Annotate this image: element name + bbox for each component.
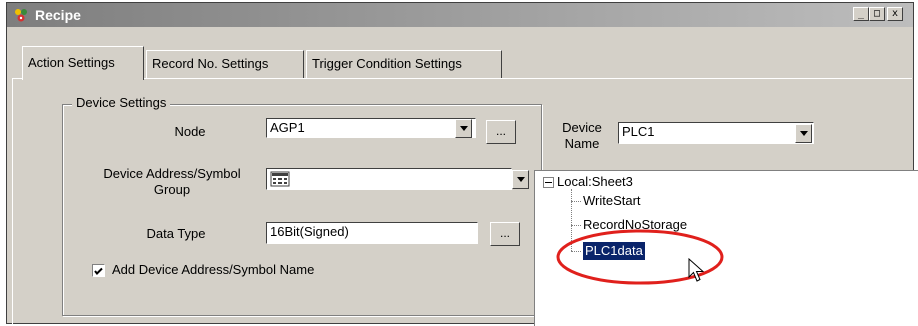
data-type-browse-button[interactable]: ... — [490, 222, 520, 246]
collapse-icon[interactable] — [543, 177, 554, 188]
close-button[interactable]: x — [887, 7, 903, 21]
data-type-label: Data Type — [146, 226, 206, 241]
tab-trigger-condition-settings[interactable]: Trigger Condition Settings — [306, 50, 502, 78]
node-value: AGP1 — [270, 120, 305, 135]
device-name-value: PLC1 — [622, 124, 655, 139]
node-label: Node — [174, 124, 206, 139]
add-symbol-checkbox[interactable] — [92, 264, 105, 277]
device-address-label-line2: Group — [153, 182, 191, 197]
tree-item-writestart[interactable]: WriteStart — [583, 192, 641, 210]
mouse-pointer-icon — [688, 258, 705, 282]
symbol-group-icon — [270, 171, 290, 187]
maximize-button[interactable]: □ — [869, 7, 885, 21]
window-title: Recipe — [35, 7, 81, 23]
app-recipe-icon — [15, 9, 27, 22]
tree-root-item[interactable]: Local:Sheet3 — [557, 173, 633, 191]
tab-record-no-settings[interactable]: Record No. Settings — [146, 50, 304, 78]
tree-connector — [571, 201, 581, 202]
device-address-dropdown-button[interactable] — [512, 170, 529, 189]
data-type-field[interactable]: 16Bit(Signed) — [266, 222, 478, 244]
device-name-label: Device Name — [550, 120, 614, 152]
tab-action-settings[interactable]: Action Settings — [22, 46, 144, 80]
device-address-label-line1: Device Address/Symbol — [103, 166, 241, 181]
device-name-label-line2: Name — [564, 136, 600, 151]
device-name-dropdown-button[interactable] — [795, 124, 812, 143]
node-dropdown-button[interactable] — [455, 119, 472, 138]
node-select[interactable]: AGP1 — [266, 118, 476, 138]
data-type-value: 16Bit(Signed) — [270, 224, 349, 239]
add-symbol-label[interactable]: Add Device Address/Symbol Name — [112, 262, 314, 277]
checkmark-icon — [94, 267, 103, 275]
device-address-select[interactable] — [266, 168, 512, 190]
device-name-select[interactable]: PLC1 — [618, 122, 814, 144]
title-bar[interactable]: Recipe _ □ x — [7, 3, 913, 27]
device-name-label-line1: Device — [562, 120, 602, 135]
device-address-label: Device Address/Symbol Group — [82, 166, 262, 198]
minimize-button[interactable]: _ — [853, 7, 869, 21]
node-browse-button[interactable]: ... — [486, 120, 516, 144]
device-settings-title: Device Settings — [72, 95, 171, 110]
